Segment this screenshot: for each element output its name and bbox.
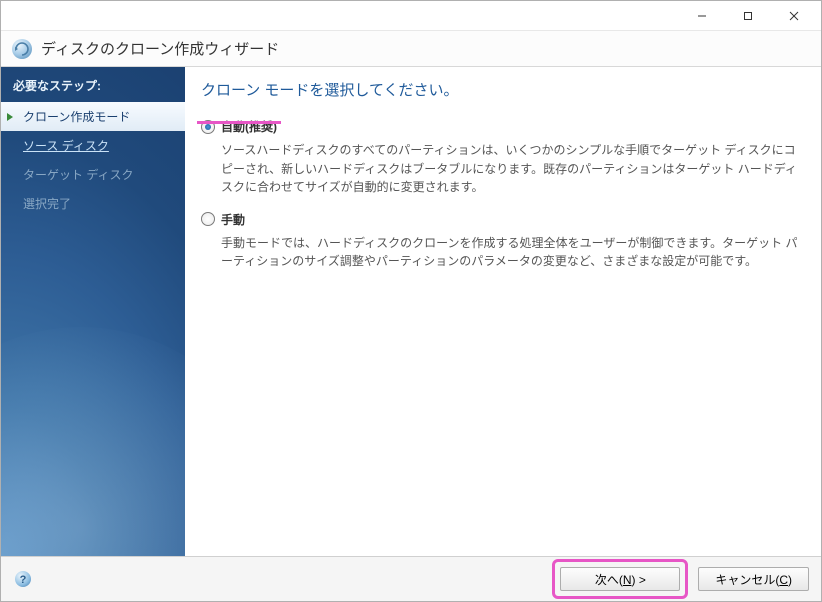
step-label: ターゲット ディスク bbox=[23, 168, 134, 182]
sidebar-header: 必要なステップ: bbox=[1, 67, 185, 102]
footer: ? 次へ(N) > キャンセル(C) bbox=[1, 557, 821, 601]
wizard-header: ディスクのクローン作成ウィザード bbox=[1, 31, 821, 67]
step-label: クローン作成モード bbox=[23, 110, 130, 124]
option-auto-desc: ソースハードディスクのすべてのパーティションは、いくつかのシンプルな手順でターゲ… bbox=[201, 141, 805, 197]
wizard-icon bbox=[11, 38, 33, 60]
step-source-disk[interactable]: ソース ディスク bbox=[1, 131, 185, 160]
wizard-body: 必要なステップ: クローン作成モード ソース ディスク ターゲット ディスク 選… bbox=[1, 67, 821, 557]
option-manual-row[interactable]: 手動 bbox=[201, 211, 805, 228]
wizard-title: ディスクのクローン作成ウィザード bbox=[41, 38, 279, 59]
cancel-button[interactable]: キャンセル(C) bbox=[698, 567, 809, 591]
maximize-button[interactable] bbox=[725, 2, 771, 30]
step-finish: 選択完了 bbox=[1, 189, 185, 218]
step-clone-mode: クローン作成モード bbox=[1, 102, 185, 131]
option-manual-desc: 手動モードでは、ハードディスクのクローンを作成する処理全体をユーザーが制御できま… bbox=[201, 234, 805, 271]
close-button[interactable] bbox=[771, 2, 817, 30]
step-label: 選択完了 bbox=[23, 197, 71, 211]
option-manual[interactable]: 手動 手動モードでは、ハードディスクのクローンを作成する処理全体をユーザーが制御… bbox=[201, 211, 805, 271]
next-button[interactable]: 次へ(N) > bbox=[560, 567, 680, 591]
help-icon[interactable]: ? bbox=[13, 569, 33, 589]
radio-manual[interactable] bbox=[201, 212, 215, 226]
wizard-window: ディスクのクローン作成ウィザード 必要なステップ: クローン作成モード ソース … bbox=[0, 0, 822, 602]
option-auto[interactable]: 自動(推奨) ソースハードディスクのすべてのパーティションは、いくつかのシンプル… bbox=[201, 118, 805, 197]
minimize-button[interactable] bbox=[679, 2, 725, 30]
page-title: クローン モードを選択してください。 bbox=[201, 79, 805, 100]
step-label: ソース ディスク bbox=[23, 139, 109, 153]
main-panel: クローン モードを選択してください。 自動(推奨) ソースハードディスクのすべて… bbox=[185, 67, 821, 556]
option-auto-row[interactable]: 自動(推奨) bbox=[201, 118, 805, 135]
titlebar bbox=[1, 1, 821, 31]
sidebar: 必要なステップ: クローン作成モード ソース ディスク ターゲット ディスク 選… bbox=[1, 67, 185, 556]
annotation-highlight-next: 次へ(N) > bbox=[552, 559, 688, 599]
svg-text:?: ? bbox=[20, 574, 27, 586]
annotation-highlight-auto bbox=[197, 121, 281, 124]
step-target-disk: ターゲット ディスク bbox=[1, 160, 185, 189]
next-button-label: 次へ(N) > bbox=[595, 571, 646, 588]
option-manual-label: 手動 bbox=[221, 211, 245, 228]
cancel-button-label: キャンセル(C) bbox=[715, 571, 792, 588]
